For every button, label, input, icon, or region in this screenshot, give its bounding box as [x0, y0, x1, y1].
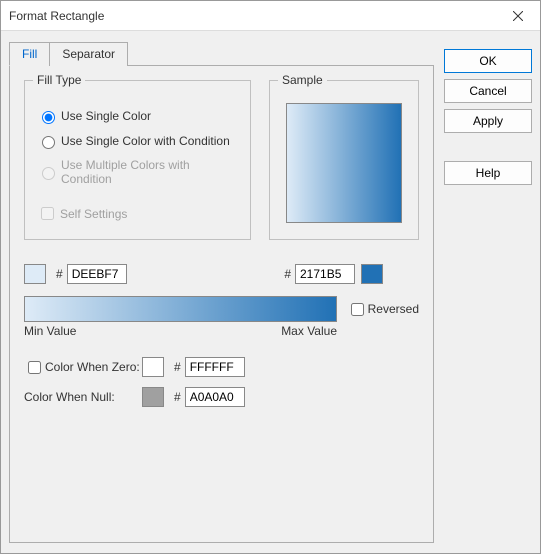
zero-color-hex-input[interactable] [185, 357, 245, 377]
min-value-label: Min Value [24, 324, 76, 338]
hash-icon: # [284, 267, 291, 281]
self-settings-label: Self Settings [60, 207, 127, 221]
color-when-null-row: Color When Null: # [24, 386, 419, 408]
radio-single-color-condition[interactable]: Use Single Color with Condition [37, 133, 238, 149]
start-color-swatch[interactable] [24, 264, 46, 284]
radio-multiple-colors-condition-label: Use Multiple Colors with Condition [61, 158, 238, 186]
gradient-preview [24, 296, 337, 322]
radio-single-color-condition-input[interactable] [42, 136, 55, 149]
radio-multiple-colors-condition: Use Multiple Colors with Condition [37, 158, 238, 186]
color-when-zero-checkbox[interactable] [28, 361, 41, 374]
radio-single-color-condition-label: Use Single Color with Condition [61, 134, 230, 148]
main-column: Fill Separator Fill Type Use Single Colo… [9, 41, 434, 543]
gradient-row: Reversed [24, 296, 419, 322]
sample-group: Sample [269, 80, 419, 240]
color-when-zero-row: Color When Zero: # [24, 356, 419, 378]
sample-legend: Sample [278, 73, 327, 87]
end-color-hex-input[interactable] [295, 264, 355, 284]
dialog-body: Fill Separator Fill Type Use Single Colo… [1, 31, 540, 553]
window-title: Format Rectangle [9, 9, 495, 23]
ok-button[interactable]: OK [444, 49, 532, 73]
null-color-hex-input[interactable] [185, 387, 245, 407]
zero-color-swatch[interactable] [142, 357, 164, 377]
filltype-legend: Fill Type [33, 73, 85, 87]
reversed-checkbox[interactable] [351, 303, 364, 316]
format-rectangle-dialog: Format Rectangle Fill Separator Fill Typ… [0, 0, 541, 554]
reversed-label: Reversed [368, 302, 419, 316]
tab-fill[interactable]: Fill [9, 42, 50, 66]
color-when-zero-label: Color When Zero: [45, 360, 140, 374]
filltype-group: Fill Type Use Single Color Use Single Co… [24, 80, 251, 240]
radio-single-color-label: Use Single Color [61, 109, 151, 123]
radio-multiple-colors-condition-input [42, 167, 55, 180]
color-when-null-label: Color When Null: [24, 390, 142, 404]
start-color-hex-input[interactable] [67, 264, 127, 284]
cancel-button[interactable]: Cancel [444, 79, 532, 103]
color-when-zero[interactable]: Color When Zero: [24, 358, 142, 377]
side-buttons: OK Cancel Apply Help [444, 41, 532, 543]
hash-icon: # [174, 390, 181, 404]
null-color-swatch[interactable] [142, 387, 164, 407]
minmax-row: Min Value Max Value [24, 324, 337, 338]
self-settings: Self Settings [37, 204, 238, 223]
close-icon [513, 11, 523, 21]
help-button[interactable]: Help [444, 161, 532, 185]
tab-panel-fill: Fill Type Use Single Color Use Single Co… [9, 65, 434, 543]
end-color-swatch[interactable] [361, 264, 383, 284]
max-value-label: Max Value [281, 324, 337, 338]
titlebar: Format Rectangle [1, 1, 540, 31]
radio-single-color[interactable]: Use Single Color [37, 108, 238, 124]
apply-button[interactable]: Apply [444, 109, 532, 133]
tab-separator[interactable]: Separator [49, 42, 128, 66]
top-groups-row: Fill Type Use Single Color Use Single Co… [24, 80, 419, 240]
self-settings-checkbox [41, 207, 54, 220]
close-button[interactable] [495, 1, 540, 31]
tabs: Fill Separator [9, 41, 434, 65]
reversed[interactable]: Reversed [347, 300, 419, 319]
start-end-colors-row: # # [24, 264, 419, 284]
sample-swatch [286, 103, 402, 223]
hash-icon: # [56, 267, 63, 281]
radio-single-color-input[interactable] [42, 111, 55, 124]
hash-icon: # [174, 360, 181, 374]
